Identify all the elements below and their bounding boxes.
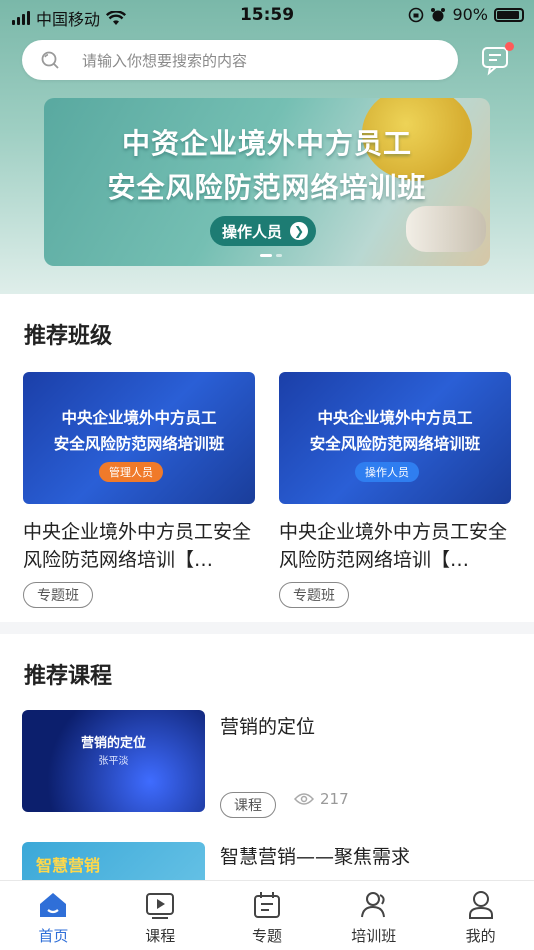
- recommended-classes-title: 推荐班级: [24, 324, 113, 349]
- class-cover-image: 中央企业境外中方员工 安全风险防范网络培训班 管理人员: [23, 372, 255, 504]
- view-count-value: 217: [320, 790, 349, 808]
- tab-home[interactable]: 首页: [0, 881, 107, 950]
- cover-role-badge: 管理人员: [99, 462, 163, 482]
- thumb-subtitle: 张平淡: [98, 756, 129, 767]
- cover-line2: 安全风险防范网络培训班: [309, 435, 481, 453]
- search-icon: [41, 51, 59, 69]
- banner-role-button[interactable]: 操作人员 ❯: [210, 216, 317, 246]
- class-tag: 专题班: [23, 582, 93, 608]
- course-thumbnail: 营销的定位 张平淡: [22, 710, 205, 812]
- tab-training[interactable]: 培训班: [320, 881, 427, 950]
- bottom-tab-bar: 首页 课程 专题 培训班 我的: [0, 880, 534, 950]
- tab-topics[interactable]: 专题: [214, 881, 321, 950]
- tab-label: 我的: [465, 927, 496, 945]
- course-title: 营销的定位: [220, 716, 316, 738]
- group-icon: [360, 892, 385, 918]
- video-icon: [146, 893, 175, 919]
- class-card[interactable]: 中央企业境外中方员工 安全风险防范网络培训班 操作人员 中央企业境外中方员工安全…: [279, 372, 511, 608]
- class-cover-image: 中央企业境外中方员工 安全风险防范网络培训班 操作人员: [279, 372, 511, 504]
- home-icon: [40, 893, 67, 917]
- tab-mine[interactable]: 我的: [427, 881, 534, 950]
- class-tag: 专题班: [279, 582, 349, 608]
- cover-role-badge: 操作人员: [355, 462, 419, 482]
- alarm-icon: [431, 7, 446, 21]
- course-thumbnail: 智慧营销: [22, 842, 205, 880]
- course-tag: 课程: [220, 792, 276, 818]
- course-title: 智慧营销——聚焦需求: [220, 846, 411, 868]
- cover-line1: 中央企业境外中方员工: [61, 409, 217, 427]
- thumb-title: 智慧营销: [36, 856, 101, 875]
- user-icon: [468, 891, 493, 919]
- class-name: 中央企业境外中方员工安全风险防范网络培训【…: [279, 521, 508, 571]
- carousel-indicator: [260, 254, 282, 257]
- view-count: 217: [294, 790, 349, 808]
- cover-line2: 安全风险防范网络培训班: [53, 435, 225, 453]
- banner-carousel[interactable]: 中资企业境外中方员工 安全风险防范网络培训班 操作人员 ❯: [44, 98, 490, 266]
- banner-title-line1: 中资企业境外中方员工: [121, 127, 412, 160]
- message-button[interactable]: [480, 42, 514, 76]
- tab-label: 课程: [145, 927, 176, 945]
- search-bar[interactable]: 请输入你想要搜索的内容: [22, 40, 458, 80]
- tab-courses[interactable]: 课程: [107, 881, 214, 950]
- chevron-right-icon: ❯: [290, 222, 309, 240]
- unread-dot: [505, 42, 514, 51]
- tab-label: 首页: [38, 927, 69, 945]
- topic-icon: [253, 892, 280, 918]
- recommended-courses-title: 推荐课程: [24, 664, 113, 689]
- battery-percent: 90%: [452, 5, 488, 24]
- tab-label: 专题: [251, 927, 282, 945]
- banner-title-line2: 安全风险防范网络培训班: [107, 171, 427, 204]
- tab-label: 培训班: [351, 927, 397, 945]
- banner-role-label: 操作人员: [222, 222, 283, 241]
- battery-icon: [494, 7, 524, 22]
- search-placeholder: 请输入你想要搜索的内容: [82, 51, 248, 70]
- class-name: 中央企业境外中方员工安全风险防范网络培训【…: [23, 521, 252, 571]
- eye-icon: [294, 793, 314, 805]
- cover-line1: 中央企业境外中方员工: [317, 409, 473, 427]
- course-item[interactable]: 营销的定位 张平淡 营销的定位 课程 217: [22, 710, 512, 818]
- thumb-title: 营销的定位: [80, 736, 146, 751]
- pipe-graphic: [406, 206, 486, 252]
- status-bar: 中国移动 15:59 90%: [0, 0, 534, 32]
- section-divider: [0, 622, 534, 634]
- class-card[interactable]: 中央企业境外中方员工 安全风险防范网络培训班 管理人员 中央企业境外中方员工安全…: [23, 372, 255, 608]
- orientation-lock-icon: [409, 7, 424, 22]
- course-item[interactable]: 智慧营销 智慧营销——聚焦需求: [22, 840, 512, 880]
